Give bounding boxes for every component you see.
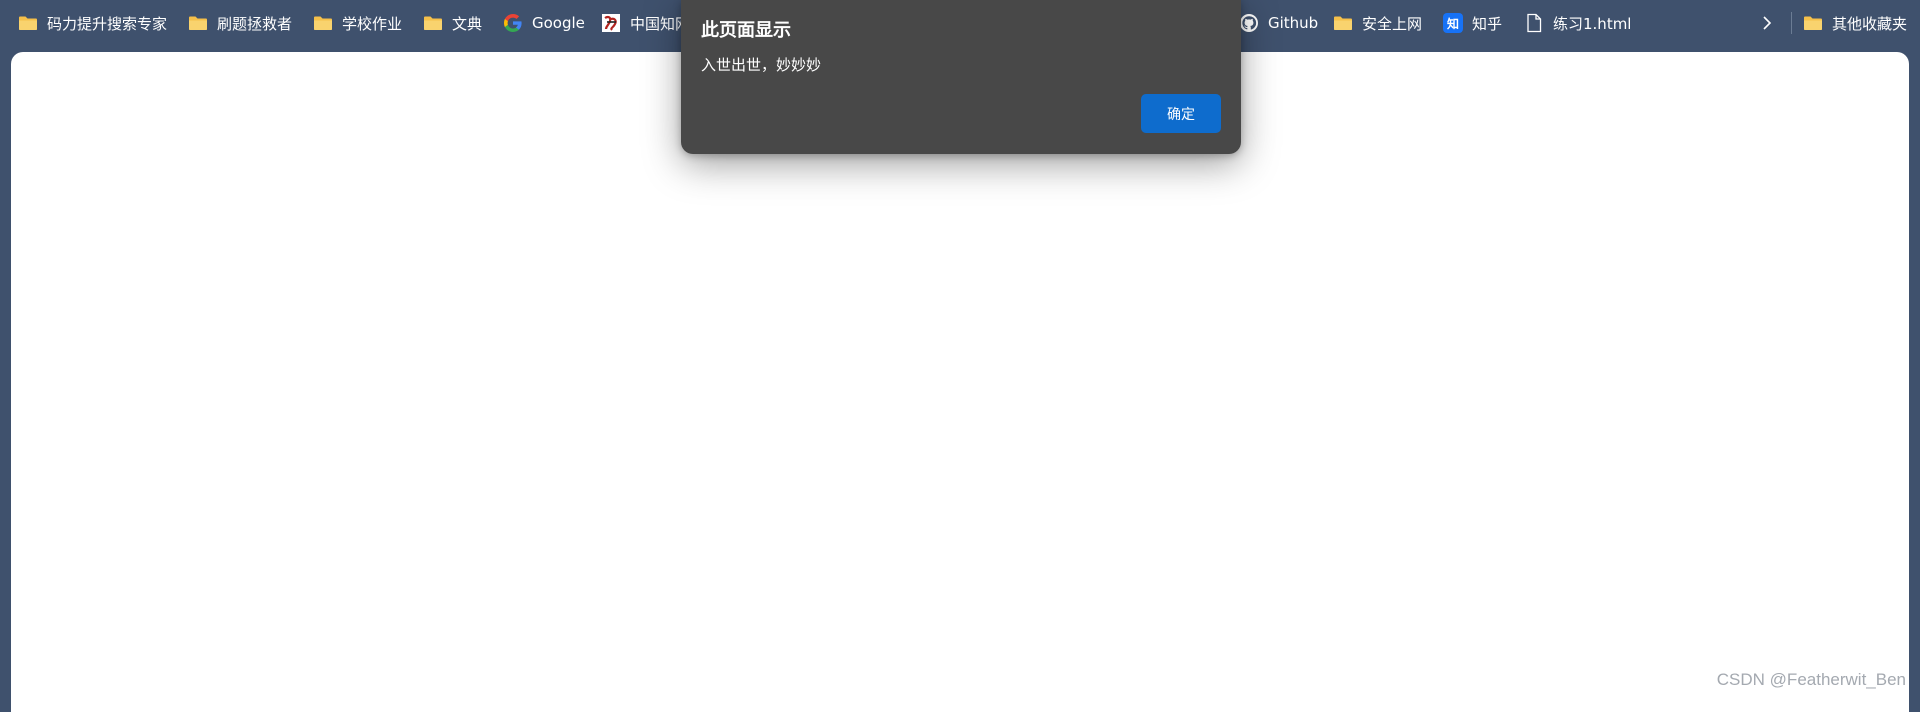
bookmark-label: Github (1268, 14, 1319, 32)
watermark: CSDN @Featherwit_Ben (1716, 670, 1906, 689)
bookmark-label: 安全上网 (1362, 14, 1423, 33)
bookmark-label: 知乎 (1472, 14, 1503, 33)
bookmark-label: 学校作业 (342, 14, 403, 33)
bookmark-folder-wendian[interactable]: 文典 (423, 11, 482, 35)
google-icon (503, 13, 523, 33)
github-icon (1239, 13, 1259, 33)
bookmark-label: 其他收藏夹 (1832, 14, 1908, 33)
folder-icon (423, 13, 443, 33)
alert-dialog: 此页面显示 入世出世，妙妙妙 确定 (681, 0, 1241, 154)
dialog-message: 入世出世，妙妙妙 (701, 56, 822, 74)
cnki-icon (601, 13, 621, 33)
bookmark-folder-school[interactable]: 学校作业 (313, 11, 402, 35)
bookmark-label: 码力提升搜索专家 (47, 14, 168, 33)
ok-button[interactable]: 确定 (1141, 94, 1221, 133)
bookmark-folder-mali[interactable]: 码力提升搜索专家 (18, 11, 167, 35)
folder-icon (1803, 13, 1823, 33)
bookmark-label: 练习1.html (1553, 14, 1632, 33)
dialog-title: 此页面显示 (701, 20, 791, 41)
bookmark-zhihu[interactable]: 知 知乎 (1443, 11, 1502, 35)
bookmark-label: 文典 (452, 14, 483, 33)
bookmark-cnki[interactable]: 中国知网 (601, 11, 690, 35)
zhihu-badge: 知 (1446, 16, 1459, 31)
other-bookmarks-folder[interactable]: 其他收藏夹 (1803, 11, 1907, 35)
folder-icon (18, 13, 38, 33)
folder-icon (313, 13, 333, 33)
bookmark-github[interactable]: Github (1239, 11, 1318, 35)
bookmark-practice-file[interactable]: 练习1.html (1524, 11, 1631, 35)
bookmarks-divider (1791, 12, 1792, 34)
bookmark-google[interactable]: Google (503, 11, 585, 35)
folder-icon (1333, 13, 1353, 33)
chevron-right-icon[interactable] (1756, 12, 1778, 34)
folder-icon (188, 13, 208, 33)
zhihu-icon: 知 (1443, 13, 1463, 33)
bookmark-folder-safe[interactable]: 安全上网 (1333, 11, 1422, 35)
bookmark-folder-shuati[interactable]: 刷题拯救者 (188, 11, 292, 35)
bookmark-label: Google (532, 14, 585, 32)
file-icon (1524, 13, 1544, 33)
bookmark-label: 刷题拯救者 (217, 14, 293, 33)
